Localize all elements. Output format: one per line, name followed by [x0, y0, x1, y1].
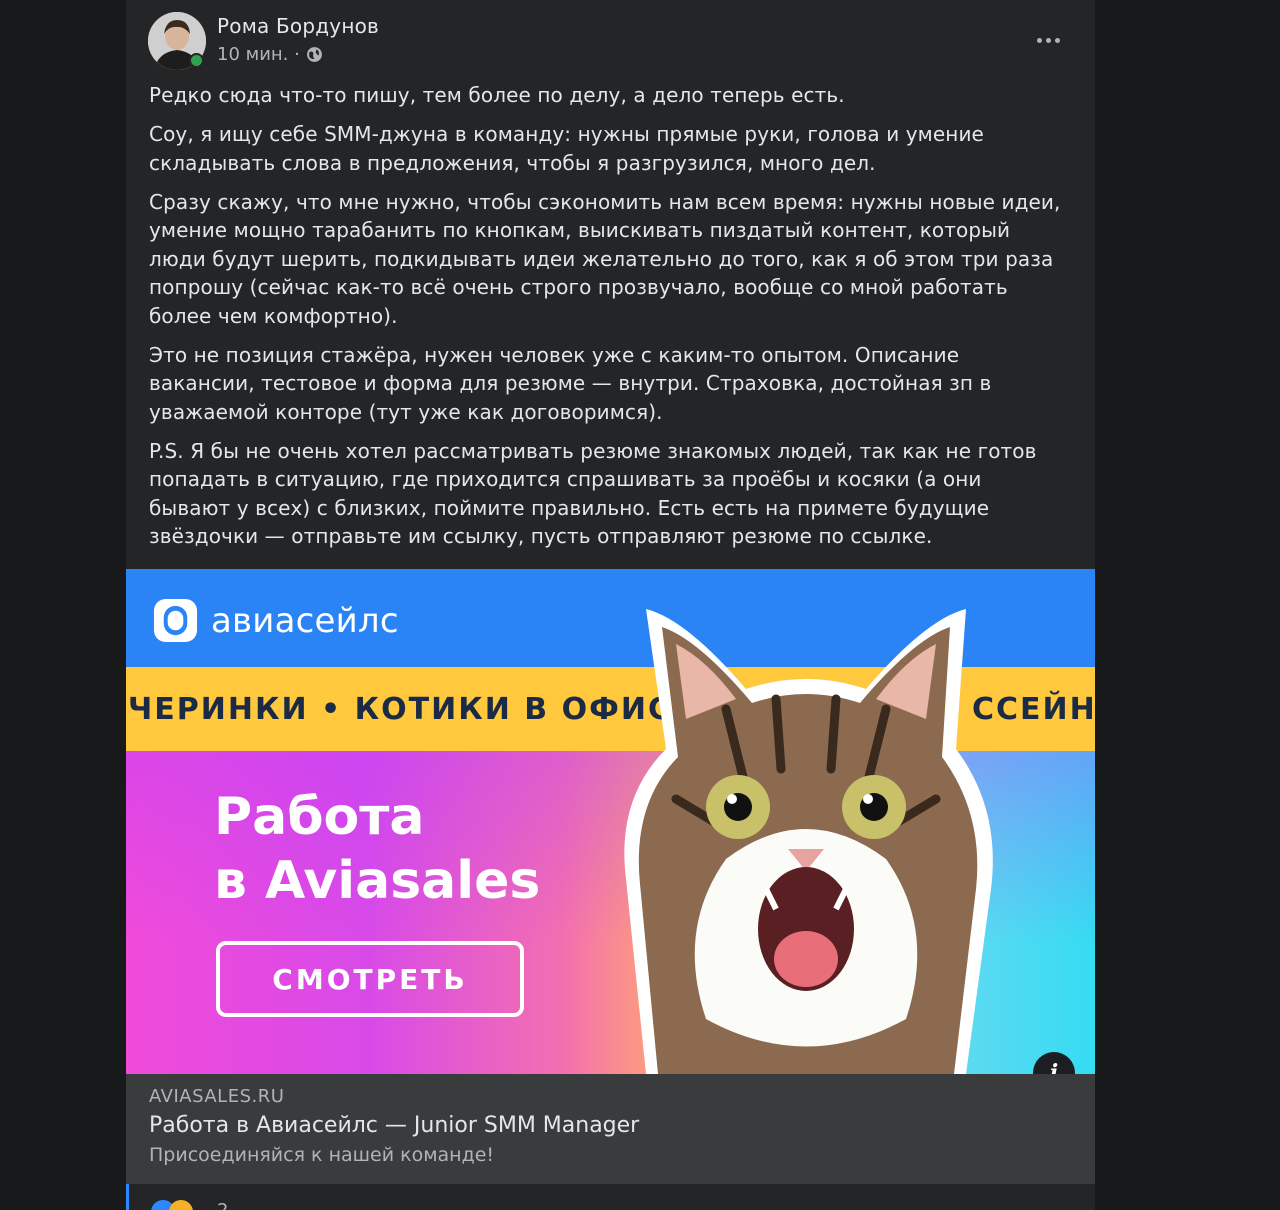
link-domain: AVIASALES.RU — [149, 1086, 285, 1107]
link-title[interactable]: Работа в Авиасейлс — Junior SMM Manager — [149, 1113, 1072, 1138]
haha-reaction-icon — [169, 1200, 193, 1210]
post-paragraph: Соу, я ищу себе SMM-джуна в команду: нуж… — [149, 122, 984, 175]
reactions-row[interactable]: 2 — [126, 1184, 1095, 1210]
post-time[interactable]: 10 мин. · — [217, 44, 300, 65]
reaction-count[interactable]: 2 — [217, 1200, 228, 1210]
post-header: Рома Бордунов 10 мин. · — [148, 12, 1068, 70]
watch-button[interactable]: СМОТРЕТЬ — [216, 941, 524, 1017]
logo-text: авиасейлс — [211, 600, 399, 641]
online-status-dot — [189, 53, 204, 68]
promo-title-line2: в Aviasales — [214, 851, 541, 911]
post-text: Редко сюда что-то пишу, тем более по дел… — [149, 81, 1069, 561]
globe-icon[interactable] — [306, 46, 323, 63]
post-card: Рома Бордунов 10 мин. · Редко сюда что-т… — [126, 0, 1095, 1210]
link-description: Присоединяйся к нашей команде! — [149, 1144, 495, 1166]
promo-title: Работа в Aviasales — [214, 785, 540, 913]
aviasales-logo: авиасейлс — [152, 597, 399, 644]
post-paragraph: Сразу скажу, что мне нужно, чтобы сэконо… — [149, 189, 1061, 328]
link-card[interactable]: AVIASALES.RU Работа в Авиасейлс — Junior… — [126, 1074, 1095, 1184]
cat-image — [624, 609, 993, 1074]
post-paragraph: Редко сюда что-то пишу, тем более по дел… — [149, 83, 845, 107]
post-paragraph: P.S. Я бы не очень хотел рассматривать р… — [149, 438, 1037, 549]
more-dots-icon — [1036, 37, 1042, 43]
link-preview-banner[interactable]: ЧЕРИНКИ • КОТИКИ В ОФИСЕ • ССЕЙНО авиасе… — [126, 569, 1095, 1074]
post-paragraph: Это не позиция стажёра, нужен человек уж… — [149, 342, 992, 424]
more-dot — [1054, 37, 1060, 43]
promo-title-line1: Работа — [214, 787, 425, 847]
more-options-button[interactable] — [1028, 20, 1068, 60]
author-name[interactable]: Рома Бордунов — [217, 14, 379, 38]
more-dot — [1045, 37, 1051, 43]
post-meta: 10 мин. · — [217, 44, 323, 65]
aviasales-logo-icon — [153, 598, 198, 643]
